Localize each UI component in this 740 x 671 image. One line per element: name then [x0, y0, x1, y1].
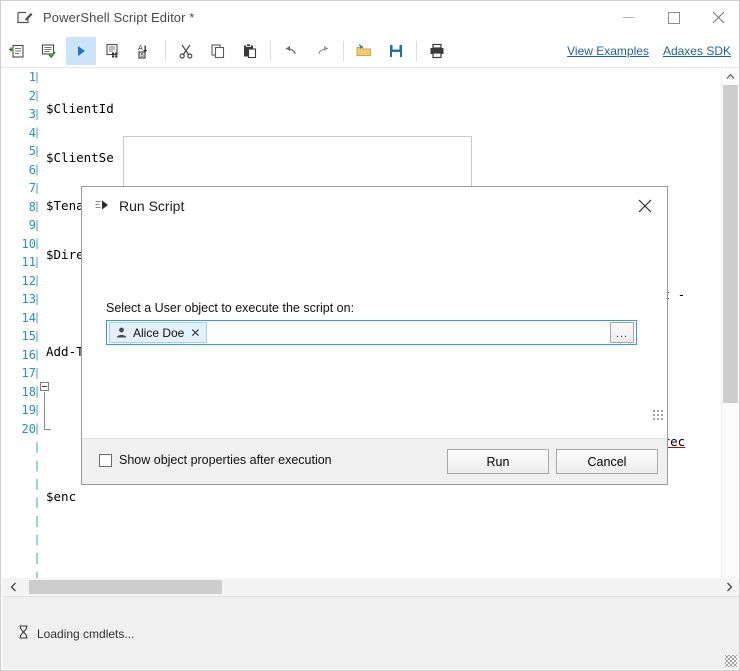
dialog-close-icon[interactable]	[623, 188, 667, 224]
scroll-up-icon[interactable]	[722, 68, 739, 85]
window-resize-grip[interactable]	[725, 655, 737, 667]
show-properties-label: Show object properties after execution	[119, 453, 332, 467]
line-number: 7	[28, 181, 36, 195]
status-text: Loading cmdlets...	[37, 626, 135, 641]
line-number: 10	[21, 236, 36, 251]
line-number: 15	[21, 329, 36, 343]
show-properties-checkbox[interactable]	[99, 453, 112, 467]
dialog-title-bar: Run Script	[82, 187, 667, 224]
cut-icon[interactable]	[171, 37, 201, 65]
open-file-icon[interactable]	[349, 37, 379, 65]
line-number: 8	[28, 199, 36, 214]
scroll-right-icon[interactable]	[720, 578, 738, 596]
run-script-dialog: Run Script Select a User object to execu…	[81, 186, 668, 485]
dialog-body: Select a User object to execute the scri…	[82, 224, 667, 440]
toolbar-links: View Examples Adaxes SDK	[567, 44, 731, 58]
bottom-bar: Loading cmdlets... OK Cancel	[2, 596, 739, 669]
user-icon	[115, 327, 127, 339]
undo-icon[interactable]	[276, 37, 306, 65]
toolbar: A B View Examples Adaxes SDK	[1, 34, 739, 68]
window-title: PowerShell Script Editor *	[43, 10, 195, 25]
line-number-gutter: 1 2 3 4 5 6 7 8 9 10 11 12 13 14 15 16 1…	[2, 68, 40, 597]
dialog-resize-grip[interactable]	[652, 409, 663, 420]
line-number: 17	[21, 366, 36, 380]
window-controls	[606, 1, 739, 34]
copy-icon[interactable]	[203, 37, 233, 65]
adaxes-sdk-link[interactable]: Adaxes SDK	[663, 44, 731, 58]
toolbar-separator	[416, 40, 417, 61]
line-number: 16	[21, 347, 36, 362]
line-number: 18	[21, 384, 36, 399]
line-number: 2	[28, 88, 36, 103]
vertical-scroll-thumb[interactable]	[723, 85, 738, 403]
minimize-button[interactable]	[606, 1, 651, 34]
scroll-left-icon[interactable]	[4, 578, 22, 596]
show-properties-checkbox-row[interactable]: Show object properties after execution	[99, 453, 332, 467]
code-line: $ClientId	[46, 101, 114, 116]
remove-object-icon[interactable]: ✕	[190, 327, 200, 339]
line-number: 11	[21, 255, 36, 269]
selected-object-name: Alice Doe	[133, 325, 185, 340]
fold-guide-line	[44, 392, 45, 430]
dialog-cancel-button[interactable]: Cancel	[556, 449, 658, 474]
edit-script-icon	[15, 9, 33, 27]
line-number: 20	[21, 421, 36, 436]
line-number: 12	[21, 273, 36, 288]
find-replace-icon[interactable]: A B	[130, 37, 160, 65]
horizontal-scroll-thumb[interactable]	[29, 580, 222, 594]
maximize-button[interactable]	[651, 1, 696, 34]
dialog-title: Run Script	[119, 197, 185, 214]
user-object-picker[interactable]: Alice Doe ✕ ...	[106, 320, 637, 345]
save-icon[interactable]	[381, 37, 411, 65]
dialog-footer: Show object properties after execution R…	[82, 438, 667, 484]
print-icon[interactable]	[422, 37, 452, 65]
toolbar-separator	[270, 40, 271, 61]
view-examples-link[interactable]: View Examples	[567, 44, 649, 58]
line-number: 5	[28, 144, 36, 158]
vertical-scrollbar[interactable]	[721, 68, 738, 597]
line-number: 3	[28, 107, 36, 121]
validate-script-icon[interactable]	[34, 37, 64, 65]
line-number: 14	[21, 310, 36, 325]
line-number: 6	[28, 162, 36, 177]
toolbar-separator	[343, 40, 344, 61]
powershell-script-editor-window: PowerShell Script Editor * A B View Exam…	[0, 0, 740, 671]
horizontal-scrollbar[interactable]	[2, 578, 739, 596]
line-number: 13	[21, 292, 36, 306]
line-number: 1	[28, 70, 36, 84]
run-script-icon[interactable]	[66, 36, 96, 65]
hourglass-icon	[18, 625, 29, 642]
code-line: $enc	[46, 489, 77, 504]
line-number: 9	[28, 218, 36, 232]
selected-object-chip[interactable]: Alice Doe ✕	[109, 322, 208, 343]
run-button[interactable]: Run	[447, 449, 549, 474]
line-number: 4	[28, 125, 36, 140]
title-bar: PowerShell Script Editor *	[1, 1, 739, 34]
close-button[interactable]	[696, 1, 739, 34]
svg-text:B: B	[140, 53, 144, 59]
paste-icon[interactable]	[235, 37, 265, 65]
new-script-icon[interactable]	[2, 37, 32, 65]
insert-snippet-icon[interactable]	[98, 37, 128, 65]
browse-objects-button[interactable]: ...	[610, 322, 634, 343]
object-prompt-label: Select a User object to execute the scri…	[106, 301, 355, 315]
svg-text:A: A	[138, 44, 143, 52]
redo-icon[interactable]	[308, 37, 338, 65]
toolbar-separator	[165, 40, 166, 61]
run-script-icon	[94, 198, 110, 214]
status-area: Loading cmdlets...	[18, 625, 134, 642]
line-number: 19	[21, 403, 36, 417]
